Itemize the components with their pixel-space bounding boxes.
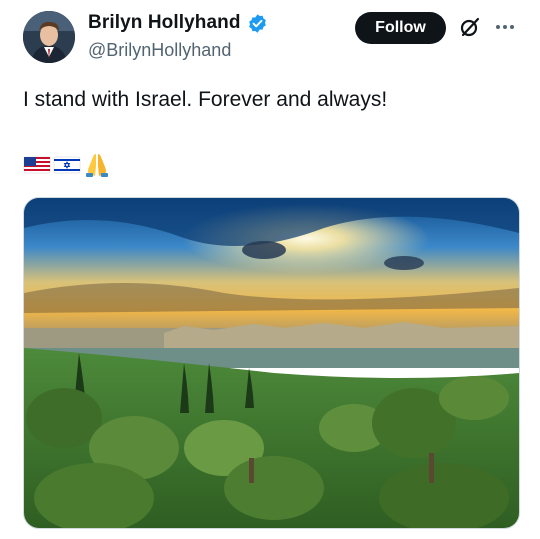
post-text: I stand with Israel. Forever and always!: [23, 88, 388, 111]
avatar-image: [23, 11, 75, 63]
israel-flag-icon: [53, 156, 81, 174]
post-image[interactable]: [23, 197, 520, 529]
avatar[interactable]: [23, 11, 75, 63]
author-handle[interactable]: @BrilynHollyhand: [88, 40, 231, 61]
author-name[interactable]: Brilyn Hollyhand: [88, 12, 241, 34]
more-options-icon[interactable]: [496, 17, 518, 37]
author-name-row[interactable]: Brilyn Hollyhand: [88, 12, 268, 34]
us-flag-icon: [23, 156, 51, 174]
follow-button[interactable]: Follow: [355, 12, 446, 44]
grok-slash-circle-icon[interactable]: [458, 15, 482, 39]
verified-badge-icon: [247, 13, 268, 34]
jerusalem-landscape-image: [24, 198, 519, 528]
emoji-row: [23, 152, 111, 178]
folded-hands-icon: [86, 154, 108, 177]
